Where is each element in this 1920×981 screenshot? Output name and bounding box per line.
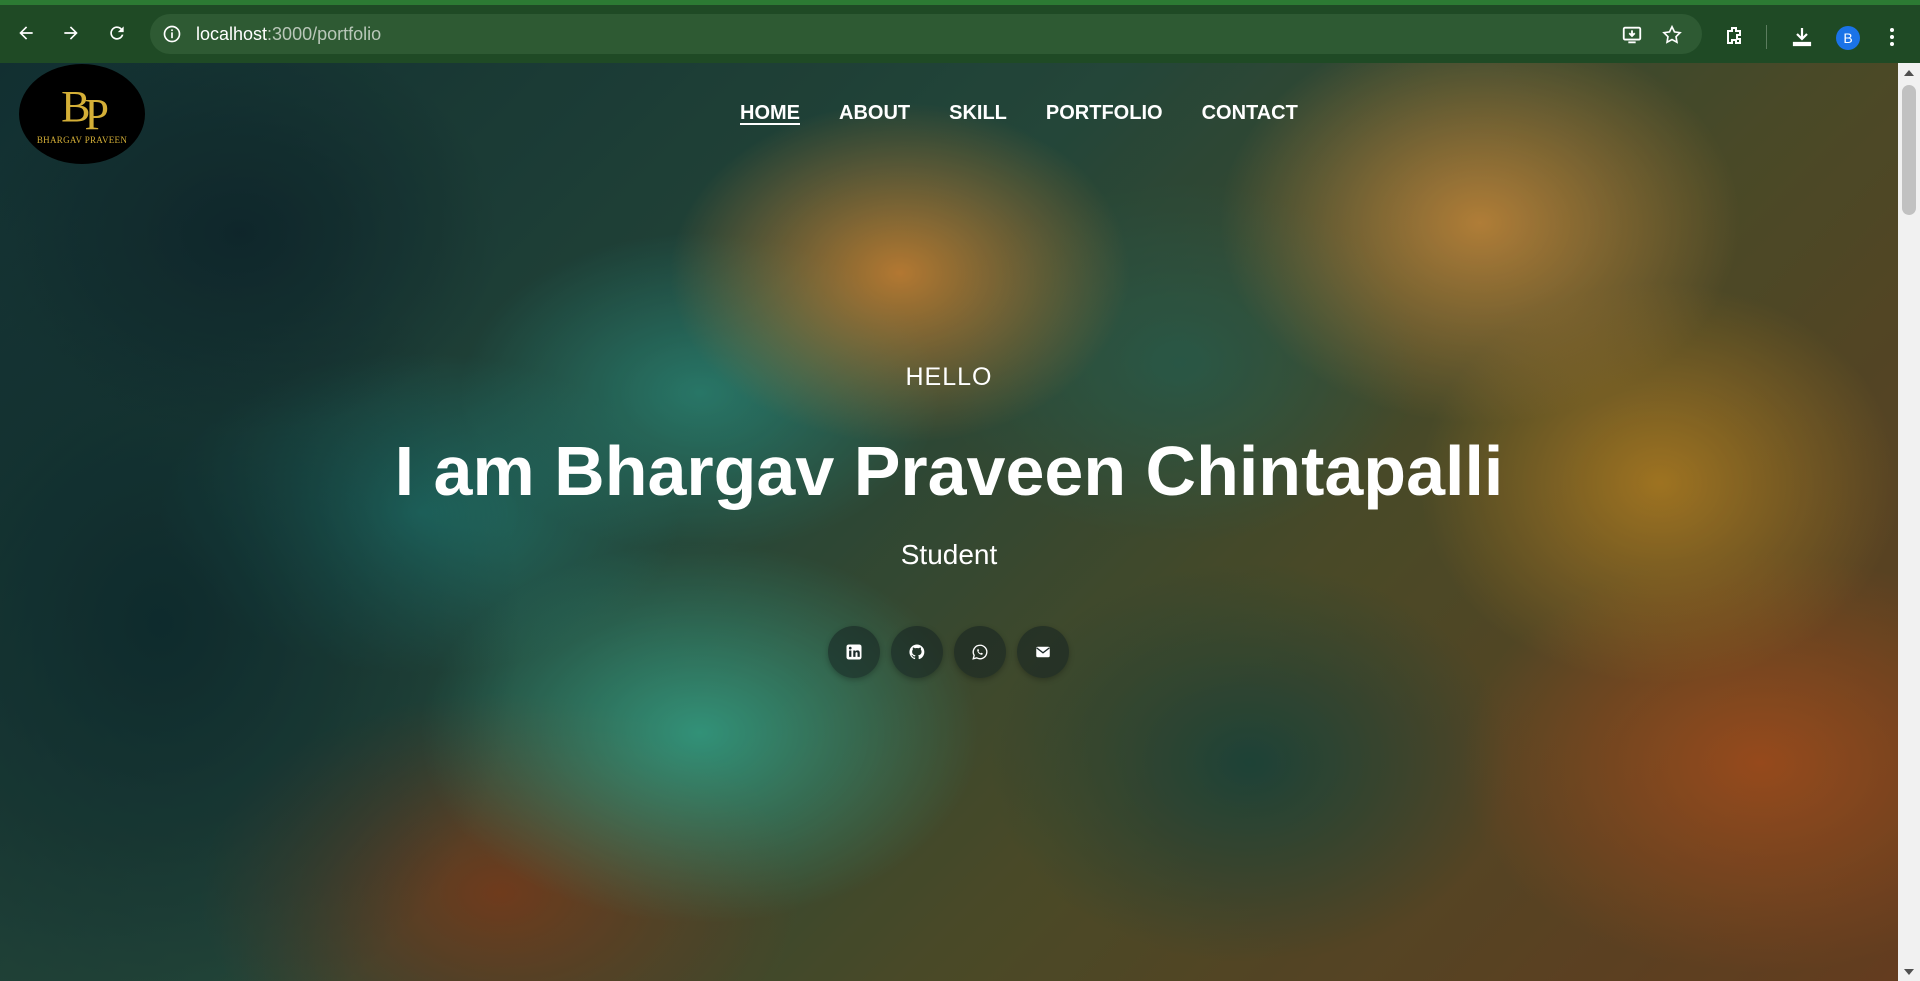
logo-letter-b: B (61, 82, 90, 131)
download-icon[interactable] (1790, 25, 1814, 49)
menu-kebab-icon[interactable] (1880, 25, 1904, 49)
url-host: localhost (196, 24, 268, 44)
back-button[interactable] (12, 19, 40, 47)
install-app-icon[interactable] (1621, 24, 1643, 46)
hero-role: Student (900, 539, 998, 570)
hero-overlay (0, 63, 1898, 981)
nav-about[interactable]: ABOUT (839, 101, 910, 125)
address-bar[interactable]: localhost:3000/portfolio (150, 14, 1702, 54)
logo-letter-p: P (84, 90, 109, 139)
nav-contact[interactable]: CONTACT (1202, 101, 1298, 125)
email-button[interactable] (1017, 626, 1069, 678)
star-icon[interactable] (1661, 24, 1683, 46)
browser-toolbar: localhost:3000/portfolio B (0, 0, 1920, 63)
arrow-left-icon (19, 26, 33, 40)
hero-greeting: HELLO (905, 363, 993, 391)
whatsapp-icon (972, 644, 988, 660)
main-navigation: HOME ABOUT SKILL PORTFOLIO CONTACT (740, 101, 1298, 125)
github-icon (909, 644, 925, 660)
nav-skill[interactable]: SKILL (949, 101, 1007, 125)
scroll-down-icon[interactable] (1904, 969, 1914, 975)
linkedin-button[interactable] (828, 626, 880, 678)
scrollbar-thumb[interactable] (1902, 85, 1916, 215)
social-links (828, 626, 1069, 678)
github-button[interactable] (891, 626, 943, 678)
arrow-right-icon (64, 26, 78, 40)
email-icon (1036, 646, 1050, 658)
scroll-up-icon[interactable] (1904, 70, 1914, 76)
nav-home[interactable]: HOME (740, 101, 800, 125)
hero-headline: I am Bhargav Praveen Chintapalli (394, 432, 1504, 510)
reload-button[interactable] (103, 19, 131, 47)
logo-monogram: BP (61, 82, 109, 137)
toolbar-divider (1766, 25, 1767, 49)
logo-name: Bhargav Praveen (36, 135, 128, 145)
url-text[interactable]: localhost:3000/portfolio (196, 24, 381, 44)
linkedin-icon (846, 644, 862, 660)
page-scrollbar[interactable] (1898, 63, 1920, 981)
forward-button[interactable] (57, 19, 85, 47)
reload-icon (110, 26, 124, 40)
site-logo[interactable]: BP Bhargav Praveen (19, 64, 145, 164)
whatsapp-button[interactable] (954, 626, 1006, 678)
nav-portfolio[interactable]: PORTFOLIO (1046, 101, 1163, 125)
extensions-icon[interactable] (1723, 25, 1747, 49)
site-info-icon[interactable] (162, 24, 182, 44)
profile-avatar[interactable]: B (1836, 26, 1860, 50)
page-viewport: BP Bhargav Praveen HOME ABOUT SKILL PORT… (0, 63, 1898, 981)
url-path: :3000/portfolio (267, 24, 382, 44)
